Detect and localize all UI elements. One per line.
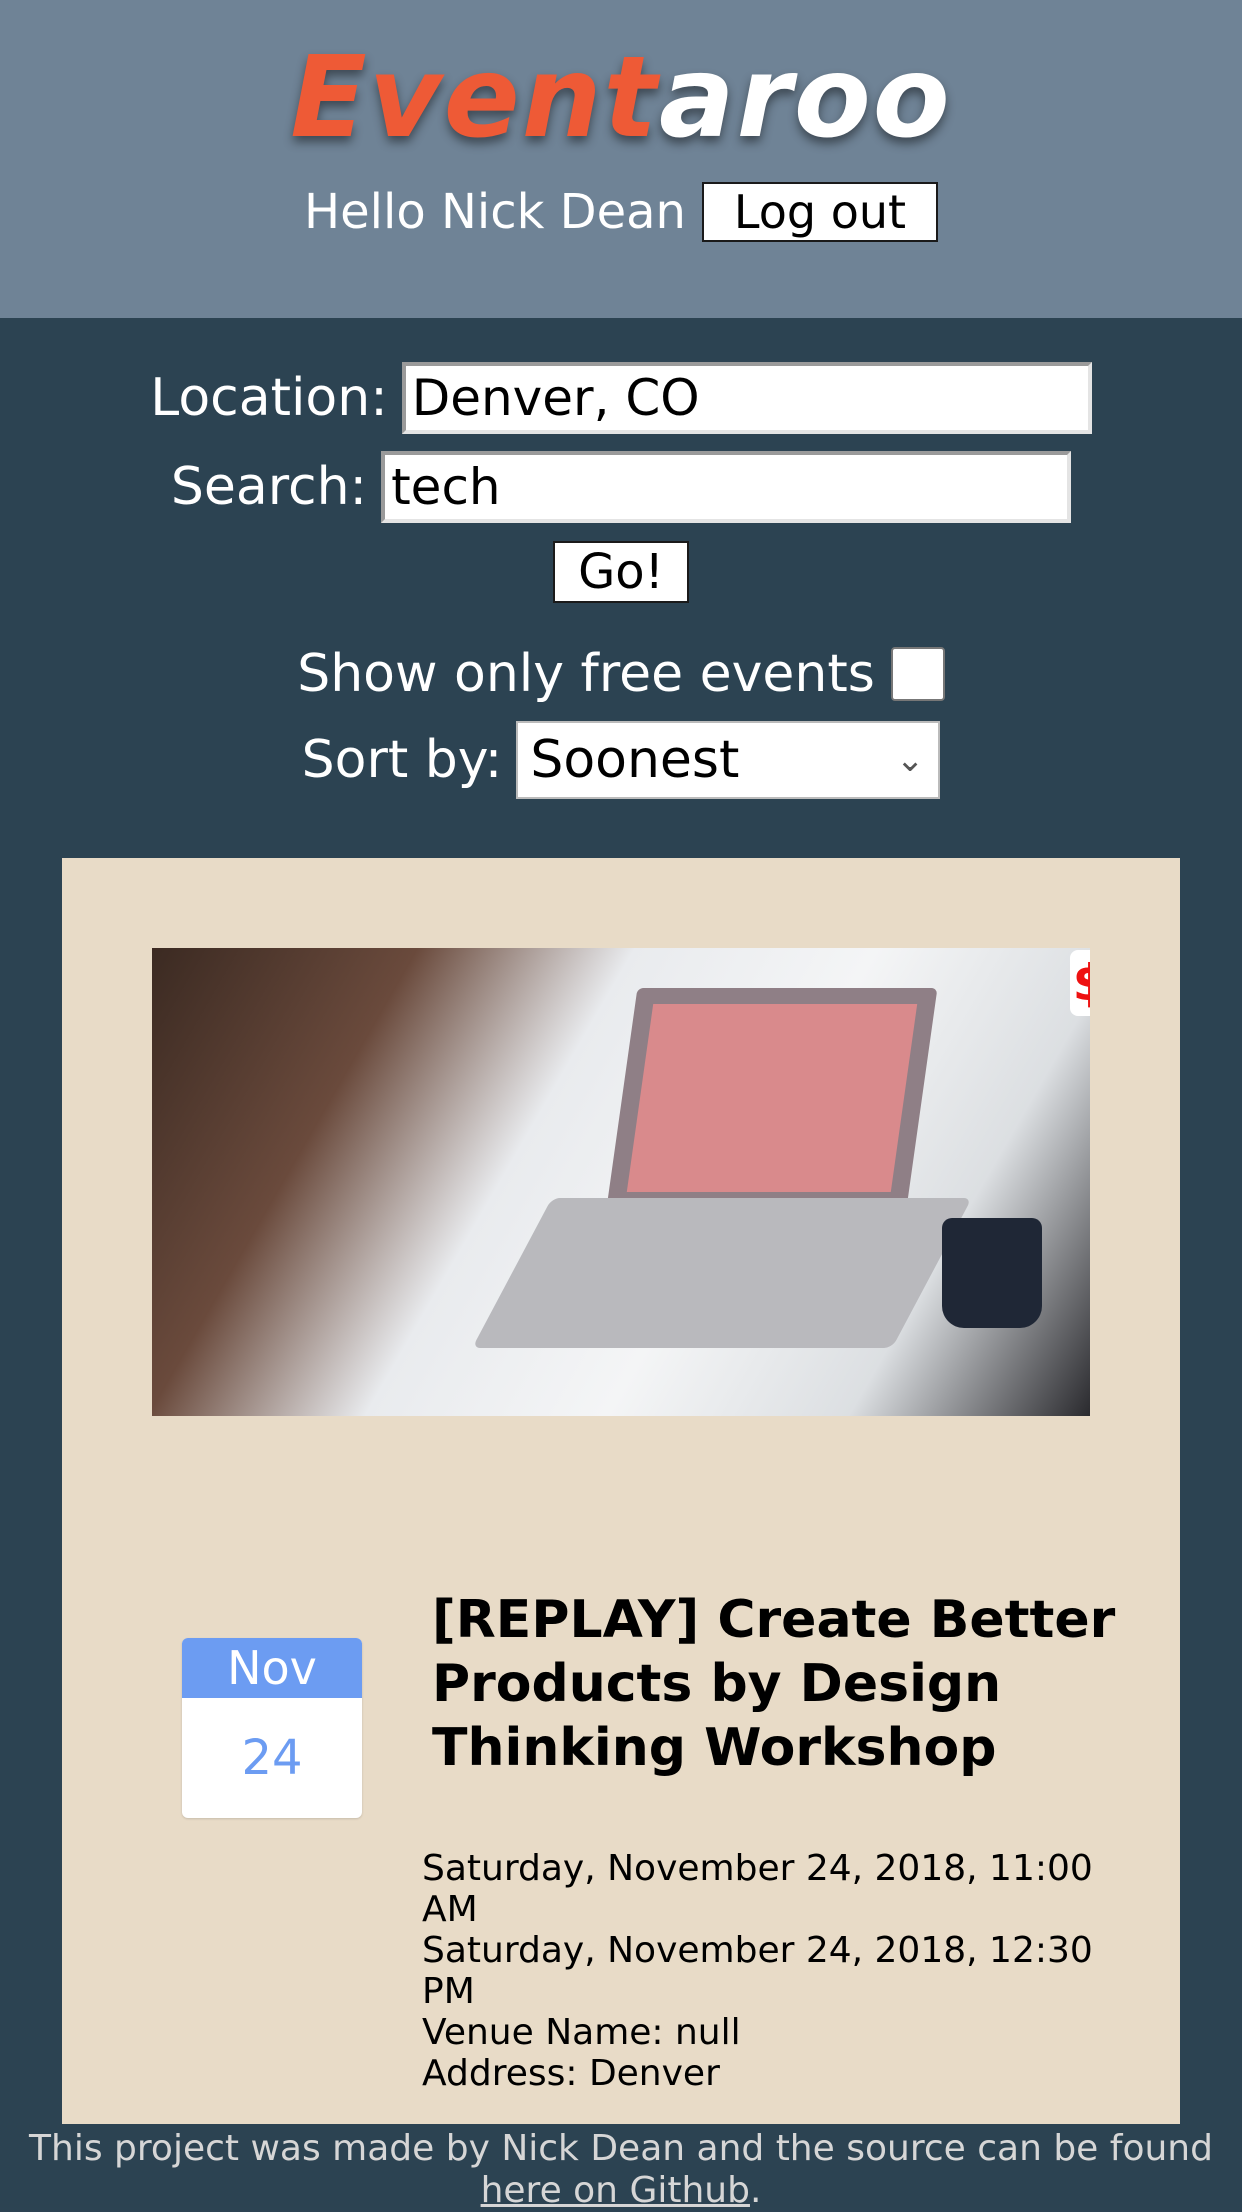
go-button[interactable]: Go!: [553, 541, 689, 603]
location-label: Location:: [150, 368, 388, 428]
logo-part-event: Event: [290, 33, 660, 163]
event-title[interactable]: [REPLAY] Create Better Products by Desig…: [432, 1588, 1132, 1780]
sort-selected-value: Soonest: [530, 730, 740, 790]
app-header: Eventaroo Hello Nick Dean Log out: [0, 0, 1242, 318]
logout-button[interactable]: Log out: [701, 182, 938, 242]
logo-part-aroo: aroo: [659, 33, 952, 163]
search-label: Search:: [170, 457, 368, 517]
event-details: Saturday, November 24, 2018, 11:00 AM Sa…: [422, 1848, 1122, 2094]
keyboard-illustration: [472, 1198, 972, 1348]
free-filter-row: Show only free events: [0, 644, 1242, 704]
location-row: Location:: [0, 362, 1242, 434]
footer-trailing: .: [749, 2170, 762, 2211]
chevron-down-icon: ⌄: [895, 740, 925, 780]
mug-illustration: [942, 1218, 1042, 1328]
user-bar: Hello Nick Dean Log out: [0, 182, 1242, 242]
event-address: Address: Denver: [422, 2053, 720, 2094]
sort-label: Sort by:: [301, 730, 503, 790]
paid-event-icon: $: [1070, 950, 1090, 1016]
sort-row: Sort by: Soonest ⌄: [0, 721, 1242, 799]
go-row: Go!: [0, 541, 1242, 603]
app-logo: Eventaroo: [0, 28, 1242, 168]
event-start-time: Saturday, November 24, 2018, 11:00 AM: [422, 1848, 1093, 1930]
github-link[interactable]: here on Github: [481, 2170, 750, 2211]
free-filter-label: Show only free events: [297, 644, 875, 704]
laptop-illustration: [606, 988, 938, 1208]
date-day: 24: [241, 1730, 303, 1786]
footer-text: This project was made by Nick Dean and t…: [29, 2128, 1213, 2169]
search-input[interactable]: [381, 451, 1072, 523]
event-image[interactable]: $: [152, 948, 1090, 1416]
greeting-text: Hello Nick Dean: [304, 184, 686, 240]
event-card[interactable]: $ Nov 24 [REPLAY] Create Better Products…: [62, 858, 1180, 2124]
footer: This project was made by Nick Dean and t…: [0, 2128, 1242, 2212]
search-row: Search:: [0, 451, 1242, 523]
event-end-time: Saturday, November 24, 2018, 12:30 PM: [422, 1930, 1093, 2012]
event-venue: Venue Name: null: [422, 2012, 741, 2053]
date-month: Nov: [182, 1638, 362, 1698]
location-input[interactable]: [401, 362, 1092, 434]
date-badge: Nov 24: [182, 1638, 362, 1818]
free-events-checkbox[interactable]: [890, 647, 945, 701]
sort-select[interactable]: Soonest ⌄: [516, 721, 941, 799]
